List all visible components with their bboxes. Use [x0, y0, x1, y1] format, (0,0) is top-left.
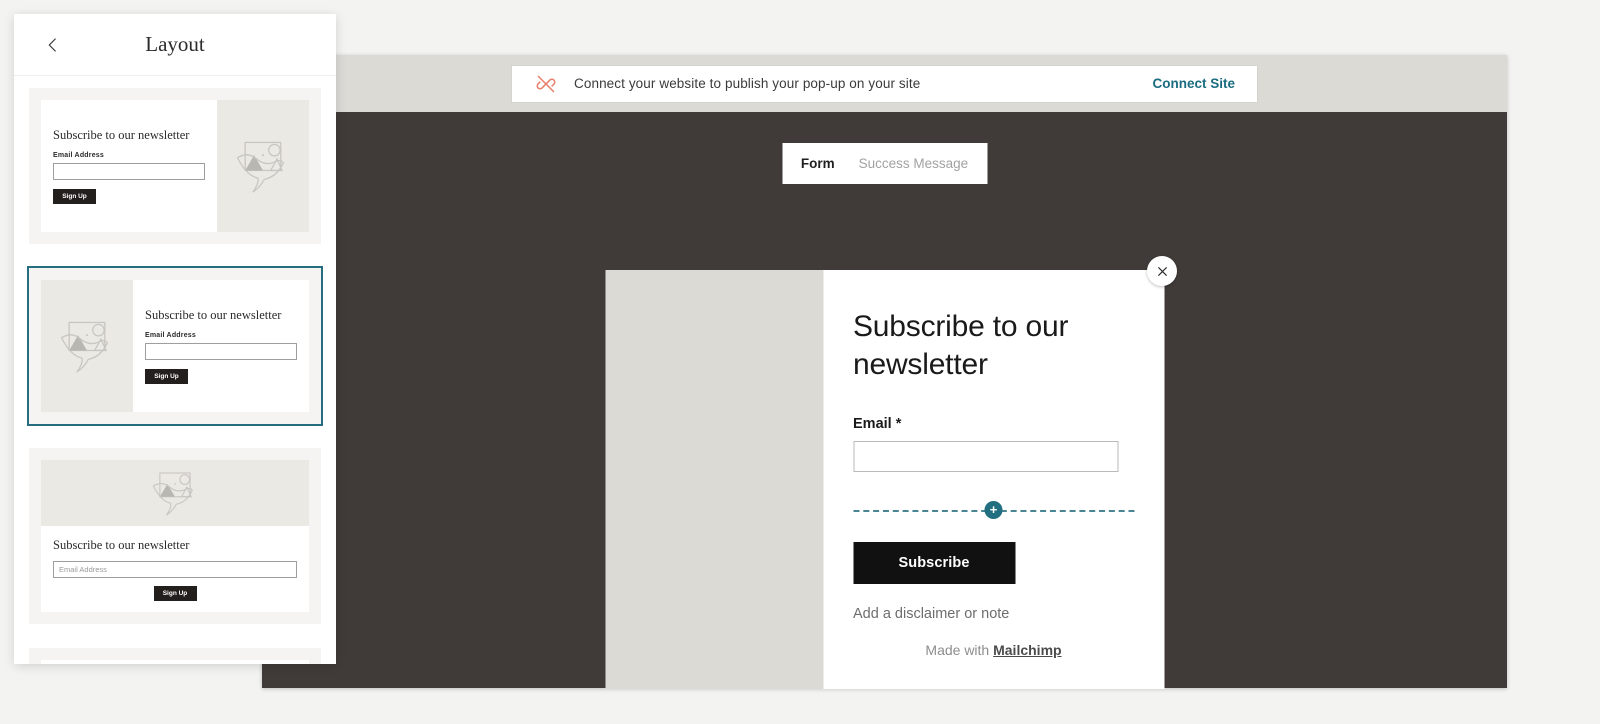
preview-canvas: Form Success Message Subscribe to our ne… — [262, 112, 1507, 689]
popup-form: Subscribe to our newsletter Email * + Su… — [823, 270, 1164, 689]
disclaimer-text[interactable]: Add a disclaimer or note — [853, 606, 1134, 622]
layout-option-button: Sign Up — [153, 585, 197, 601]
layout-option-image-right[interactable]: Subscribe to our newsletter Email Addres… — [27, 86, 323, 246]
bird-placeholder-icon — [41, 460, 309, 526]
close-icon[interactable] — [1147, 256, 1177, 286]
popup-preview-card: Subscribe to our newsletter Email * + Su… — [605, 270, 1164, 689]
popup-title[interactable]: Subscribe to our newsletter — [853, 308, 1098, 383]
bird-placeholder-icon — [217, 100, 309, 232]
tab-form[interactable]: Form — [801, 156, 835, 171]
connect-site-banner: Connect your website to publish your pop… — [512, 65, 1257, 102]
preview-tabs: Form Success Message — [782, 143, 987, 184]
preview-panel: Connect your website to publish your pop… — [262, 55, 1507, 689]
mailchimp-link[interactable]: Mailchimp — [993, 642, 1061, 658]
sidebar-header: Layout — [14, 14, 336, 76]
email-input[interactable] — [853, 441, 1118, 472]
plus-icon[interactable]: + — [984, 501, 1003, 519]
chevron-left-icon[interactable] — [44, 36, 62, 54]
layout-option-image-top[interactable]: Subscribe to our newsletter Email Addres… — [27, 446, 323, 626]
layout-option-four[interactable] — [27, 646, 323, 664]
layout-sidebar: Layout Subscribe to our newsletter Email… — [14, 14, 336, 664]
layout-option-button: Sign Up — [145, 369, 188, 384]
add-block-divider: + — [853, 500, 1134, 520]
made-with-prefix: Made with — [925, 642, 990, 658]
app-root: Connect your website to publish your pop… — [0, 0, 1600, 724]
layout-options-list: Subscribe to our newsletter Email Addres… — [14, 76, 336, 664]
layout-option-title: Subscribe to our newsletter — [53, 128, 190, 142]
preview-topbar: Connect your website to publish your pop… — [262, 55, 1507, 112]
connect-site-message: Connect your website to publish your pop… — [574, 76, 921, 91]
bird-placeholder-icon — [41, 280, 133, 412]
layout-option-title: Subscribe to our newsletter — [145, 308, 282, 322]
layout-option-email-label: Email Address — [53, 152, 104, 159]
tab-success-message[interactable]: Success Message — [859, 156, 969, 171]
subscribe-button[interactable]: Subscribe — [853, 542, 1015, 584]
layout-option-button: Sign Up — [53, 189, 96, 204]
layout-option-email-input — [53, 163, 205, 180]
email-field-label: Email * — [853, 416, 902, 432]
link-off-icon — [536, 74, 556, 94]
popup-image-panel[interactable] — [605, 270, 823, 689]
connect-site-button[interactable]: Connect Site — [1152, 76, 1235, 91]
layout-option-email-input — [145, 343, 297, 360]
layout-option-email-label: Email Address — [145, 332, 196, 339]
layout-option-email-input: Email Address — [53, 560, 297, 578]
page-title: Layout — [145, 32, 205, 56]
made-with-mailchimp: Made with Mailchimp — [853, 642, 1134, 658]
layout-option-title: Subscribe to our newsletter — [53, 537, 190, 552]
layout-option-image-left[interactable]: Subscribe to our newsletter Email Addres… — [27, 266, 323, 426]
